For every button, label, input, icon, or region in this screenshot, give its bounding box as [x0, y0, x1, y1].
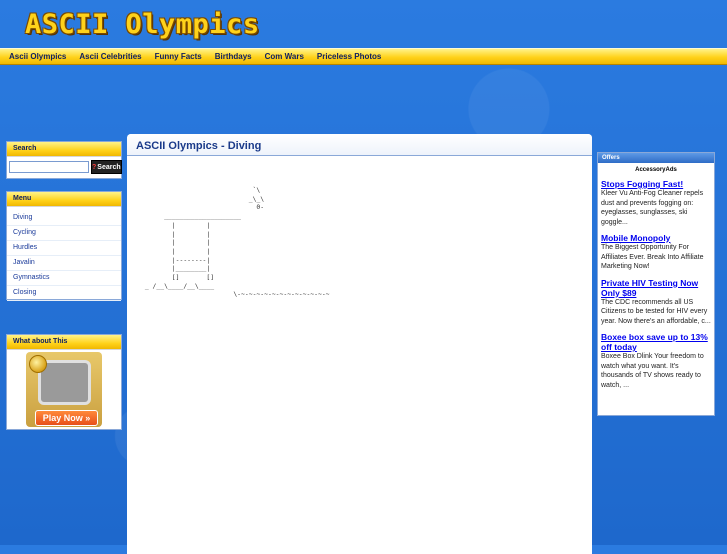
ascii-diving-art: `\ _\_\ 0- ____________________ | | | | … — [144, 186, 330, 299]
ad-title-link[interactable]: Stops Fogging Fast! — [601, 179, 711, 189]
menu-item-closing[interactable]: Closing — [7, 286, 121, 301]
nav-funny-facts[interactable]: Funny Facts — [155, 52, 202, 61]
ad-title-link[interactable]: Mobile Monopoly — [601, 233, 711, 243]
nav-ascii-celebrities[interactable]: Ascii Celebrities — [79, 52, 141, 61]
menu-item-hurdles[interactable]: Hurdles — [7, 241, 121, 256]
menu-panel-title: Menu — [7, 192, 121, 207]
nav-priceless-photos[interactable]: Priceless Photos — [317, 52, 381, 61]
ad-description: Kleer Vu Anti-Fog Cleaner repels dust an… — [601, 190, 704, 226]
page-title: ASCII Olympics - Diving — [127, 134, 592, 156]
offers-title: Offers — [598, 153, 714, 163]
nav-ascii-olympics[interactable]: Ascii Olympics — [9, 52, 66, 61]
ad-description: The CDC recommends all US Citizens to be… — [601, 298, 711, 325]
search-panel: Search ? Search — [6, 141, 122, 179]
ad-title-link[interactable]: Boxee box save up to 13% off today — [601, 332, 711, 352]
search-panel-title: Search — [7, 142, 121, 157]
question-mark-icon: ? — [92, 163, 97, 171]
what-about-title: What about This — [7, 335, 121, 350]
ad-title-link[interactable]: Private HIV Testing Now Only $89 — [601, 278, 711, 298]
game-promo-banner[interactable]: Play Now » — [26, 352, 102, 427]
nav-com-wars[interactable]: Com Wars — [265, 52, 304, 61]
ad-item: Private HIV Testing Now Only $89 The CDC… — [598, 278, 714, 327]
ad-description: Boxee Box Dlink Your freedom to watch wh… — [601, 353, 704, 389]
main-content: ASCII Olympics - Diving `\ _\_\ 0- _____… — [127, 134, 592, 554]
search-button-label: Search — [97, 163, 121, 171]
ad-item: Boxee box save up to 13% off today Boxee… — [598, 332, 714, 390]
nav-birthdays[interactable]: Birthdays — [215, 52, 252, 61]
search-input[interactable] — [9, 161, 89, 173]
play-now-button[interactable]: Play Now » — [35, 410, 98, 426]
top-nav: Ascii Olympics Ascii Celebrities Funny F… — [0, 48, 727, 65]
site-header: ASCII Olympics — [0, 0, 727, 48]
ad-description: The Biggest Opportunity For Affiliates E… — [601, 244, 704, 270]
menu-item-diving[interactable]: Diving — [7, 211, 121, 226]
menu-panel: Menu Diving Cycling Hurdles Javalin Gymn… — [6, 191, 122, 301]
menu-item-gymnastics[interactable]: Gymnastics — [7, 271, 121, 286]
offers-panel: Offers AccessoryAds Stops Fogging Fast! … — [597, 152, 715, 416]
site-logo[interactable]: ASCII Olympics — [25, 9, 260, 40]
ad-item: Stops Fogging Fast! Kleer Vu Anti-Fog Cl… — [598, 179, 714, 227]
medal-icon — [29, 355, 47, 373]
what-about-panel: What about This Play Now » — [6, 334, 122, 430]
ad-item: Mobile Monopoly The Biggest Opportunity … — [598, 233, 714, 272]
ads-provider-label[interactable]: AccessoryAds — [598, 167, 714, 173]
search-button[interactable]: ? Search — [91, 160, 122, 174]
menu-item-cycling[interactable]: Cycling — [7, 226, 121, 241]
menu-item-javalin[interactable]: Javalin — [7, 256, 121, 271]
